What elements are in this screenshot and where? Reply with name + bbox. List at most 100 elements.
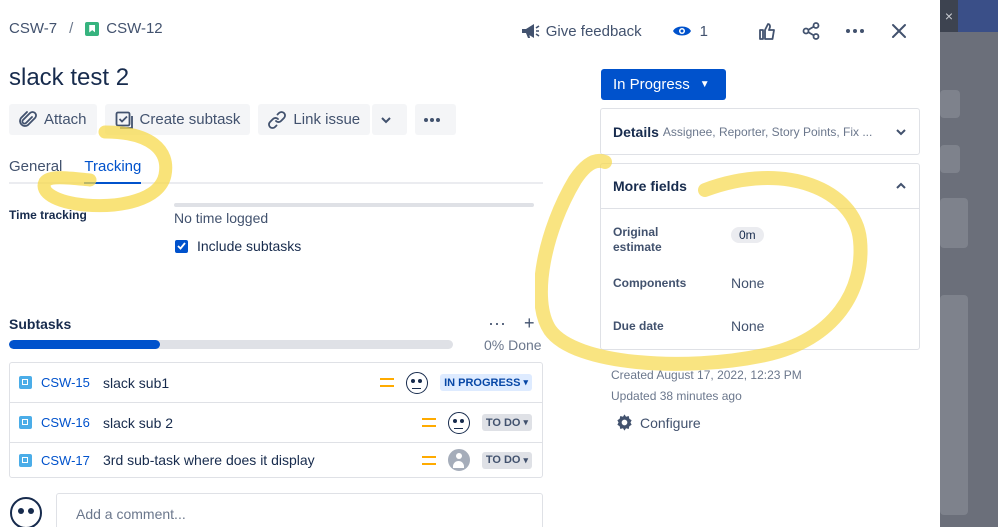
more-fields-heading: More fields <box>613 178 687 194</box>
details-panel[interactable]: Details Assignee, Reporter, Story Points… <box>600 108 920 155</box>
top-actions: Give feedback 1 <box>520 18 910 44</box>
share-icon <box>802 22 820 40</box>
configure-button[interactable]: Configure <box>615 413 701 432</box>
comment-input[interactable]: Add a comment... <box>56 493 543 527</box>
time-tracking-label: Time tracking <box>9 208 87 222</box>
details-heading: Details <box>613 123 659 140</box>
subtask-icon <box>115 111 133 129</box>
subtasks-actions: ··· + <box>488 313 535 334</box>
breadcrumb-parent-link[interactable]: CSW-7 <box>9 20 57 37</box>
chevron-down-icon: ▾ <box>523 377 528 387</box>
status-button-label: In Progress <box>613 76 690 93</box>
include-subtasks-label: Include subtasks <box>197 238 302 254</box>
issue-title[interactable]: slack test 2 <box>9 64 129 92</box>
subtask-key-link[interactable]: CSW-15 <box>41 375 103 390</box>
estimate-lozenge: 0m <box>731 227 764 243</box>
link-issue-split: Link issue <box>258 104 408 135</box>
configure-label: Configure <box>640 414 701 431</box>
megaphone-icon <box>521 24 540 38</box>
components-value[interactable]: None <box>731 275 764 291</box>
avatar[interactable] <box>406 371 429 394</box>
create-subtask-button[interactable]: Create subtask <box>104 104 251 135</box>
subtask-summary[interactable]: 3rd sub-task where does it display <box>103 452 422 468</box>
avatar <box>10 497 42 527</box>
background-block <box>940 90 960 118</box>
subtask-type-icon <box>19 453 32 467</box>
subtask-summary[interactable]: slack sub 2 <box>103 415 422 431</box>
chevron-down-icon: ▾ <box>523 417 528 427</box>
subtask-key-link[interactable]: CSW-16 <box>41 415 103 430</box>
created-timestamp: Created August 17, 2022, 12:23 PM <box>611 368 802 382</box>
time-tracking-bar[interactable] <box>174 203 534 207</box>
unassigned-avatar[interactable] <box>447 449 470 471</box>
subtasks-more-icon[interactable]: ··· <box>488 313 506 334</box>
give-feedback-label: Give feedback <box>545 22 642 40</box>
breadcrumb-current-link[interactable]: CSW-12 <box>106 20 162 37</box>
status-dropdown[interactable]: IN PROGRESS ▾ <box>440 374 532 391</box>
vote-button[interactable] <box>756 18 778 44</box>
subtask-type-icon <box>19 376 32 389</box>
paperclip-icon <box>19 110 37 127</box>
breadcrumb: CSW-7 / CSW-12 <box>9 20 163 37</box>
chevron-down-icon: ▼ <box>699 79 710 90</box>
gear-icon <box>617 414 632 431</box>
chevron-down-icon <box>896 128 906 135</box>
subtask-key-link[interactable]: CSW-17 <box>41 453 103 468</box>
subtasks-done-percent: 0% Done <box>484 337 542 353</box>
priority-medium-icon <box>380 378 395 387</box>
subtask-summary[interactable]: slack sub1 <box>103 375 380 391</box>
status-label: IN PROGRESS <box>444 376 521 389</box>
issue-view-panel: CSW-7 / CSW-12 Give feedback 1 slack tes… <box>0 0 940 527</box>
attach-label: Attach <box>44 111 87 128</box>
watch-count: 1 <box>699 22 708 40</box>
watch-button[interactable]: 1 <box>672 18 708 44</box>
eye-icon <box>672 26 691 36</box>
due-date-value[interactable]: None <box>731 318 764 334</box>
components-label: Components <box>613 276 687 290</box>
status-label: TO DO <box>485 454 521 466</box>
original-estimate-value[interactable]: 0m <box>731 226 764 243</box>
avatar[interactable] <box>447 411 470 434</box>
thumbs-up-icon <box>759 23 775 40</box>
more-icon <box>846 29 864 33</box>
more-fields-panel: More fields Original estimate 0m Compone… <box>600 163 920 350</box>
give-feedback-button[interactable]: Give feedback <box>520 18 642 44</box>
background-page: × <box>940 0 998 527</box>
table-row[interactable]: CSW-16 slack sub 2 TO DO ▾ <box>10 403 542 443</box>
time-tracking-value: No time logged <box>174 210 269 226</box>
link-issue-button[interactable]: Link issue <box>258 104 371 135</box>
breadcrumb-separator: / <box>69 20 74 37</box>
close-button[interactable] <box>888 18 910 44</box>
background-close-icon: × <box>940 0 958 32</box>
tab-tracking[interactable]: Tracking <box>84 158 142 184</box>
create-subtask-label: Create subtask <box>139 111 241 128</box>
original-estimate-label: Original estimate <box>613 225 662 254</box>
more-icon <box>424 117 441 122</box>
subtasks-progress-bar <box>9 340 453 349</box>
table-row[interactable]: CSW-17 3rd sub-task where does it displa… <box>10 443 542 477</box>
status-dropdown[interactable]: TO DO ▾ <box>481 451 532 469</box>
more-actions-button[interactable] <box>844 18 866 44</box>
link-issue-dropdown[interactable] <box>372 104 408 135</box>
attach-button[interactable]: Attach <box>9 104 97 135</box>
include-subtasks-checkbox[interactable]: Include subtasks <box>175 238 301 254</box>
status-dropdown[interactable]: TO DO ▾ <box>481 414 532 431</box>
status-label: TO DO <box>485 416 521 429</box>
status-transition-button[interactable]: In Progress ▼ <box>601 69 726 100</box>
subtask-type-icon <box>19 416 32 429</box>
tab-general[interactable]: General <box>9 158 62 182</box>
share-button[interactable] <box>800 18 822 44</box>
toolbar-more-button[interactable] <box>415 104 457 135</box>
add-subtask-icon[interactable]: + <box>524 313 535 334</box>
table-row[interactable]: CSW-15 slack sub1 IN PROGRESS ▾ <box>10 363 542 403</box>
subtasks-progress-fill <box>9 340 160 349</box>
details-summary: Assignee, Reporter, Story Points, Fix ..… <box>662 124 873 139</box>
priority-medium-icon <box>421 418 436 427</box>
subtasks-table: CSW-15 slack sub1 IN PROGRESS ▾ CSW-16 sl… <box>9 362 543 478</box>
more-fields-header[interactable]: More fields <box>601 164 919 209</box>
background-header <box>958 0 998 32</box>
close-icon <box>892 24 906 38</box>
background-block <box>940 145 960 173</box>
issue-toolbar: Attach Create subtask Link issue <box>9 104 457 135</box>
background-block <box>940 198 968 248</box>
